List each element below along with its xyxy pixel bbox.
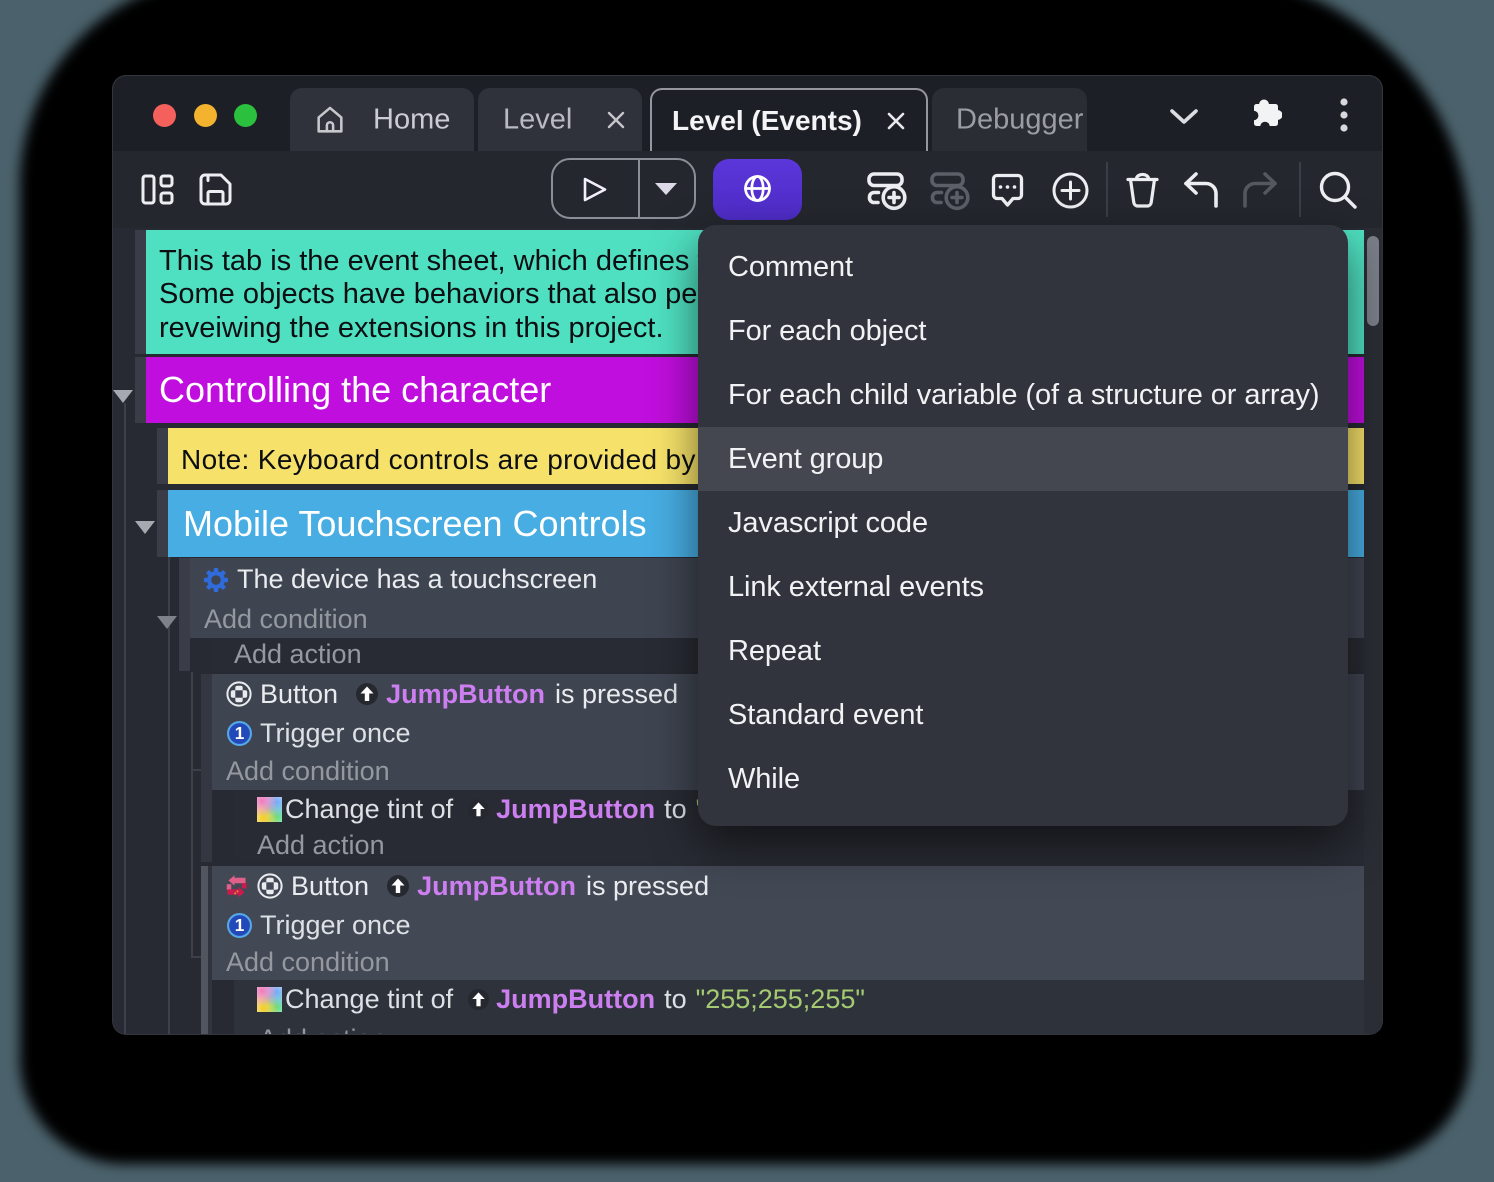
svg-text:1: 1 xyxy=(235,723,245,743)
svg-text:1: 1 xyxy=(235,915,245,935)
